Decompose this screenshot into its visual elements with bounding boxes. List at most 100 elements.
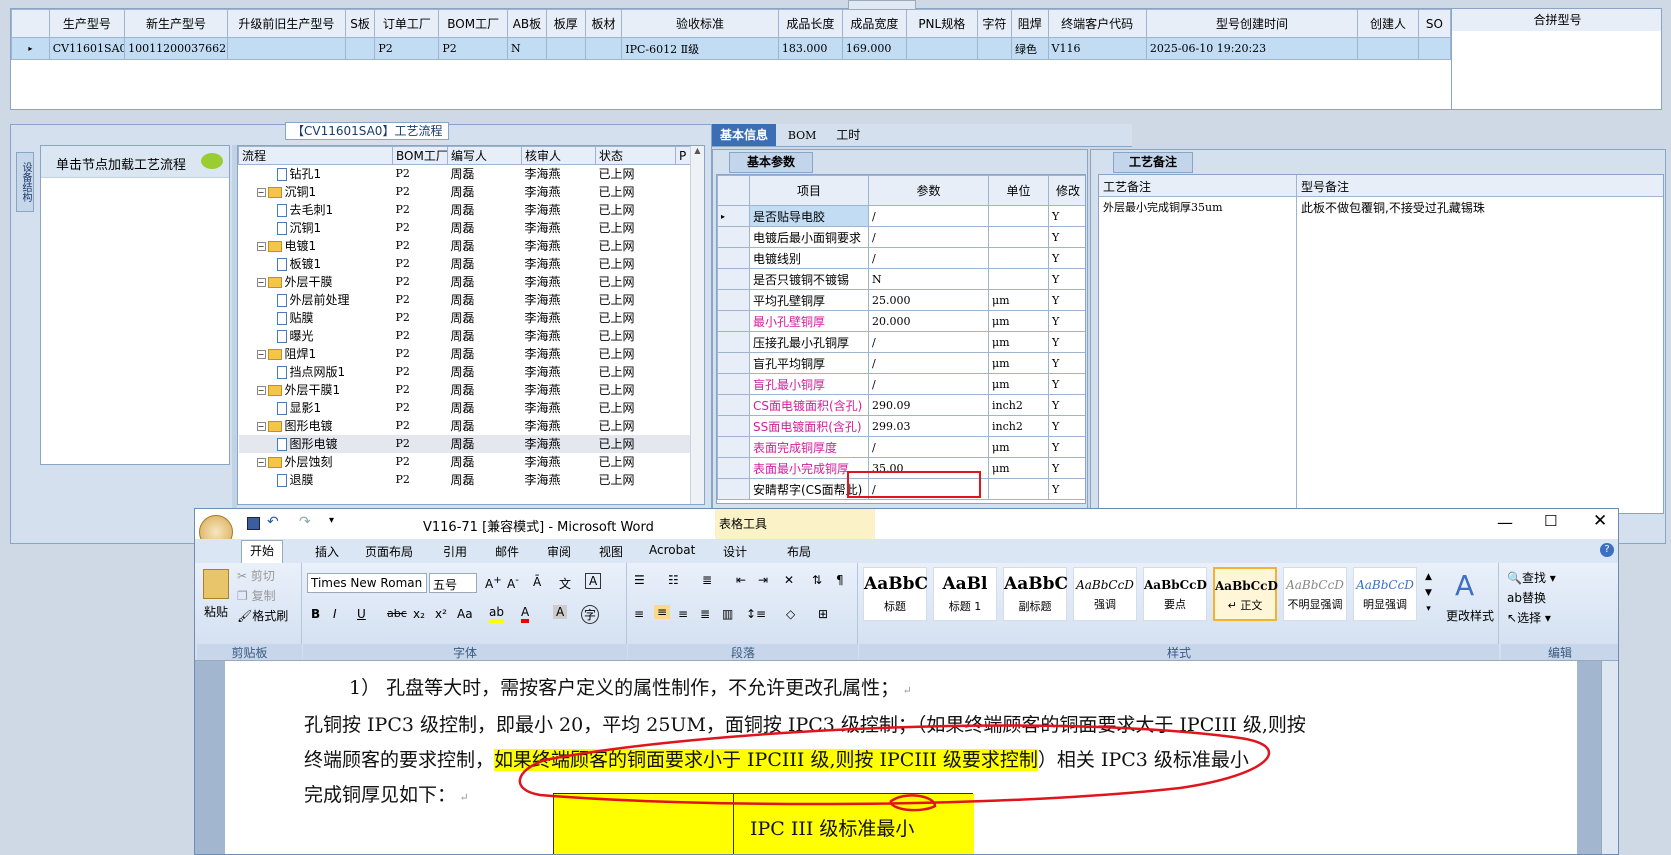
collapse-icon[interactable]: − xyxy=(256,188,266,197)
column-header[interactable]: 成品宽度 xyxy=(841,9,907,38)
align-right-icon[interactable]: ≡ xyxy=(678,607,688,621)
collapse-icon[interactable]: − xyxy=(256,386,266,395)
table-cell[interactable]: 169.000 xyxy=(841,37,907,60)
column-header[interactable]: PNL规格 xyxy=(905,9,978,38)
ribbon-tab[interactable]: 开始 xyxy=(241,540,284,563)
tab-bom[interactable]: BOM xyxy=(780,127,825,144)
multilevel-icon[interactable]: ≣ xyxy=(702,573,712,587)
column-header[interactable]: 状态 xyxy=(595,146,676,165)
column-header[interactable]: S板 xyxy=(344,9,376,38)
param-cell-param[interactable]: / xyxy=(868,226,989,248)
italic-button[interactable]: I xyxy=(333,607,337,621)
tree-node[interactable]: 曝光 xyxy=(239,327,393,345)
borders-icon[interactable]: ⊞ xyxy=(818,607,828,621)
param-row[interactable]: 盲孔最小铜厚 / μm Y xyxy=(717,373,1085,395)
param-row[interactable]: SS面电镀面积(含孔) 299.03 inch2 Y xyxy=(717,415,1085,437)
justify-icon[interactable]: ≣ xyxy=(700,607,710,621)
subscript-button[interactable]: x₂ xyxy=(413,607,425,621)
param-row[interactable]: 电镀线别 / Y xyxy=(717,247,1085,269)
ribbon-tab[interactable]: 审阅 xyxy=(539,542,579,561)
ribbon-tab[interactable]: 插入 xyxy=(307,542,347,561)
close-icon[interactable]: ✕ xyxy=(1593,511,1607,531)
style-item[interactable]: AaBbCcD ↵ 正文 xyxy=(1213,567,1278,621)
tree-row[interactable]: 图形电镀 P2 周磊 李海燕 已上网 xyxy=(238,434,695,453)
font-name-select[interactable]: Times New Roman xyxy=(307,573,427,593)
column-header[interactable]: 核审人 xyxy=(521,146,596,165)
column-header[interactable]: 字符 xyxy=(976,9,1012,38)
align-center-icon[interactable]: ≡ xyxy=(654,605,671,619)
tree-row[interactable]: − 外层干膜1 P2 周磊 李海燕 已上网 xyxy=(239,381,695,399)
sort-icon[interactable]: ⇅ xyxy=(812,573,822,587)
tab-basic-info[interactable]: 基本信息 xyxy=(712,124,777,146)
param-cell-param[interactable]: / xyxy=(868,247,989,269)
numbering-icon[interactable]: ☷ xyxy=(668,573,679,587)
cut-button[interactable]: ✂ 剪切 xyxy=(237,567,275,584)
table-cell[interactable]: CV11601SA0 xyxy=(48,37,126,60)
tree-row[interactable]: − 外层蚀刻 P2 周磊 李海燕 已上网 xyxy=(239,453,695,471)
column-header[interactable]: 项目 xyxy=(749,175,869,206)
char-shading-icon[interactable]: A xyxy=(553,605,568,619)
tree-row[interactable]: 板镀1 P2 周磊 李海燕 已上网 xyxy=(239,255,695,273)
line-spacing-icon[interactable]: ↕≡ xyxy=(746,607,766,621)
column-header[interactable]: 单位 xyxy=(988,175,1049,206)
table-cell[interactable] xyxy=(226,37,346,60)
process-tree-scrollbar[interactable]: ▲ xyxy=(690,146,704,504)
splitter-handle[interactable] xyxy=(848,0,916,10)
param-row[interactable]: 最小孔壁铜厚 20.000 μm Y xyxy=(717,310,1085,332)
ribbon-tab[interactable]: 设计 xyxy=(715,542,755,561)
tree-row[interactable]: − 外层干膜 P2 周磊 李海燕 已上网 xyxy=(239,273,695,291)
column-header[interactable]: 新生产型号 xyxy=(124,9,228,38)
table-cell[interactable]: P2 xyxy=(374,37,440,60)
tree-node[interactable]: − 外层干膜1 xyxy=(239,381,393,399)
column-header[interactable]: 订单工厂 xyxy=(374,9,440,38)
column-header[interactable]: 板材 xyxy=(584,9,623,38)
table-cell[interactable]: 10011200037662 xyxy=(124,37,228,60)
tree-row[interactable]: 贴膜 P2 周磊 李海燕 已上网 xyxy=(239,309,695,327)
highlight-color-icon[interactable]: ab xyxy=(489,605,504,623)
doc-table-cell-1[interactable] xyxy=(554,794,734,854)
tab-process-remarks[interactable]: 工艺备注 xyxy=(1113,152,1193,173)
align-left-icon[interactable]: ≡ xyxy=(634,607,644,621)
tree-row[interactable]: 沉铜1 P2 周磊 李海燕 已上网 xyxy=(239,219,695,237)
minimize-icon[interactable]: — xyxy=(1497,513,1513,532)
table-cell[interactable] xyxy=(1417,37,1452,60)
style-item[interactable]: AaBbC 副标题 xyxy=(1003,567,1068,621)
param-cell-param[interactable]: 290.09 xyxy=(868,394,989,416)
param-row[interactable]: 压接孔最小孔铜厚 / μm Y xyxy=(717,331,1085,353)
param-cell-param[interactable]: N xyxy=(868,268,989,290)
redo-icon[interactable]: ↷ xyxy=(299,514,311,530)
column-header[interactable]: 参数 xyxy=(868,175,989,206)
param-cell-param[interactable]: / xyxy=(868,373,989,395)
collapse-icon[interactable]: − xyxy=(256,242,266,251)
table-cell[interactable] xyxy=(905,37,978,60)
table-cell[interactable] xyxy=(344,37,376,60)
font-color-icon[interactable]: A xyxy=(521,605,530,623)
tree-node[interactable]: − 外层蚀刻 xyxy=(239,453,393,471)
side-tab-device-structure[interactable]: 设备结构 xyxy=(16,152,34,212)
find-button[interactable]: 🔍查找 ▾ xyxy=(1507,569,1556,586)
tree-node[interactable]: − 外层干膜 xyxy=(239,273,393,291)
collapse-icon[interactable]: − xyxy=(256,350,266,359)
format-painter-button[interactable]: 🖌格式刷 xyxy=(237,607,288,624)
tree-row[interactable]: − 沉铜1 P2 周磊 李海燕 已上网 xyxy=(239,183,695,201)
paste-icon[interactable] xyxy=(203,569,229,599)
process-remark-value[interactable]: 外层最小完成铜厚35um xyxy=(1099,197,1297,513)
superscript-button[interactable]: x² xyxy=(435,607,447,621)
param-cell-param[interactable]: 299.03 xyxy=(868,415,989,437)
table-cell[interactable] xyxy=(584,37,623,60)
grow-font-icon[interactable]: A+ xyxy=(485,575,502,591)
column-header[interactable]: 流程 xyxy=(238,146,393,165)
bullets-icon[interactable]: ☰ xyxy=(634,573,645,587)
tree-row[interactable]: 外层前处理 P2 周磊 李海燕 已上网 xyxy=(239,291,695,309)
tree-node[interactable]: 板镀1 xyxy=(239,255,393,273)
tree-node[interactable]: 退膜 xyxy=(239,471,393,489)
column-header[interactable]: SO xyxy=(1417,9,1452,38)
copy-button[interactable]: ❐ 复制 xyxy=(237,587,276,604)
replace-button[interactable]: ab替换 xyxy=(1507,589,1546,606)
table-cell[interactable]: V116 xyxy=(1047,37,1147,60)
table-row[interactable]: ▸ CV11601SA0 10011200037662 P2 P2 N IPC-6012 Ⅱ… xyxy=(11,37,1452,60)
doc-table-cell-2[interactable]: IPC III 级标准最小 xyxy=(734,794,974,854)
column-header[interactable]: 阻焊 xyxy=(1010,9,1049,38)
collapse-icon[interactable]: − xyxy=(256,422,266,431)
column-header[interactable]: 成品长度 xyxy=(777,9,843,38)
